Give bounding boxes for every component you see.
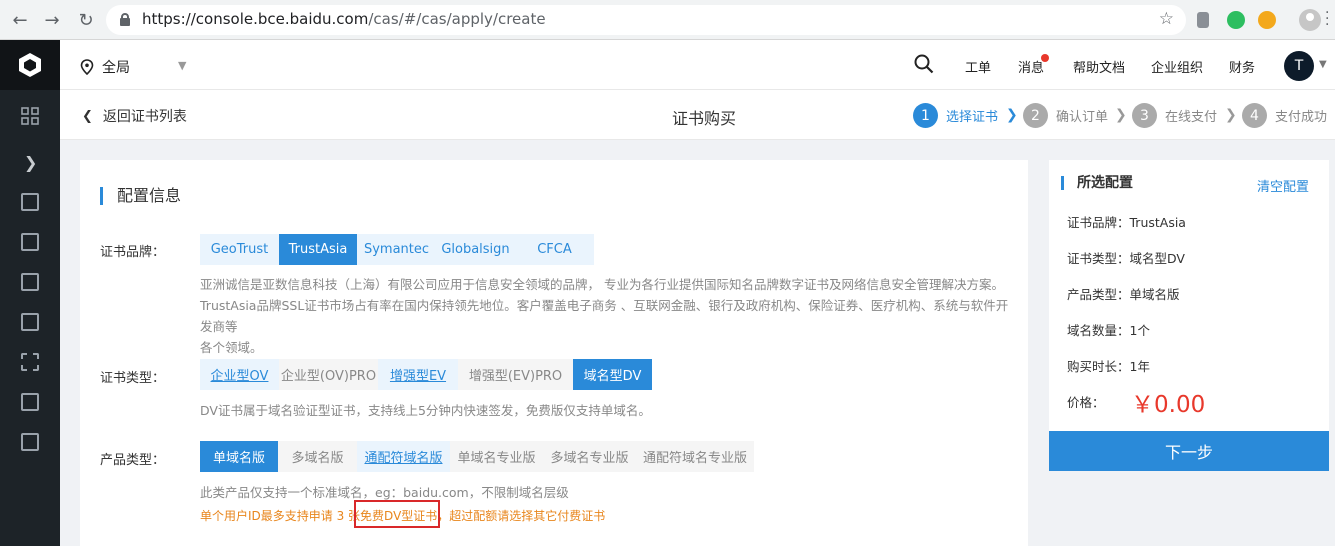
type-option-dv[interactable]: 域名型DV: [573, 359, 652, 390]
address-bar[interactable]: https://console.bce.baidu.com/cas/#/cas/…: [106, 5, 1186, 35]
summary-panel: 所选配置 清空配置 证书品牌：TrustAsia 证书类型：域名型DV 产品类型…: [1049, 160, 1329, 431]
brand-label: 证书品牌：: [100, 245, 166, 260]
brand-option-trustasia[interactable]: TrustAsia: [279, 234, 357, 265]
price-value: ￥0.00: [1131, 392, 1206, 418]
brand-option-cfca[interactable]: CFCA: [515, 234, 594, 265]
forward-arrow-icon[interactable]: →: [40, 8, 64, 32]
type-option-ev-pro[interactable]: 增强型(EV)PRO: [458, 359, 573, 390]
video-icon[interactable]: [21, 393, 39, 411]
summary-duration: 购买时长：1年: [1067, 359, 1150, 374]
lock-icon: [120, 13, 130, 26]
back-arrow-icon[interactable]: ←: [8, 8, 32, 32]
profile-avatar-icon[interactable]: [1299, 9, 1321, 31]
region-selector[interactable]: 全局: [80, 57, 130, 77]
notification-badge: [1041, 54, 1049, 62]
nav-link-help-docs[interactable]: 帮助文档: [1073, 57, 1125, 76]
console-header: 全局 ▼ 工单 消息 帮助文档 企业组织 财务 T ▼: [60, 40, 1335, 90]
step-arrow-icon: ❯: [1115, 107, 1127, 123]
config-panel: 配置信息 证书品牌： GeoTrust TrustAsia Symantec G…: [80, 160, 1028, 546]
eyedropper-extension-icon[interactable]: [1197, 12, 1209, 28]
chevron-right-icon[interactable]: ❯: [24, 153, 37, 172]
chevron-left-icon: ❮: [82, 108, 93, 124]
sub-header: ❮ 返回证书列表 证书购买 1 选择证书 ❯ 2 确认订单 ❯ 3 在线支付 ❯…: [60, 90, 1335, 140]
step-arrow-icon: ❯: [1006, 107, 1018, 123]
building-icon[interactable]: [21, 193, 39, 211]
search-icon[interactable]: [914, 54, 934, 78]
summary-type: 证书类型：域名型DV: [1067, 251, 1185, 266]
product-option-single-pro[interactable]: 单域名专业版: [450, 441, 543, 472]
server-icon[interactable]: [21, 273, 39, 291]
brand-option-globalsign[interactable]: Globalsign: [436, 234, 515, 265]
back-label: 返回证书列表: [102, 109, 187, 125]
evernote-extension-icon[interactable]: [1227, 11, 1245, 29]
type-label: 证书类型：: [100, 371, 166, 386]
media-play-icon[interactable]: [21, 433, 39, 451]
brand-option-geotrust[interactable]: GeoTrust: [200, 234, 279, 265]
product-option-wildcard[interactable]: 通配符域名版: [357, 441, 450, 472]
chevron-down-icon[interactable]: ▼: [178, 59, 186, 72]
product-label: 产品类型：: [100, 453, 166, 468]
type-description: DV证书属于域名验证型证书，支持线上5分钟内快速签发，免费版仅支持单域名。: [200, 403, 651, 418]
next-step-button[interactable]: 下一步: [1049, 431, 1329, 471]
product-option-wildcard-pro[interactable]: 通配符域名专业版: [636, 441, 754, 472]
step-3: 3 在线支付: [1132, 103, 1217, 128]
product-option-single[interactable]: 单域名版: [200, 441, 278, 472]
step-2: 2 确认订单: [1023, 103, 1108, 128]
summary-title: 所选配置: [1061, 176, 1133, 190]
extension-icon[interactable]: [1258, 11, 1276, 29]
type-option-ov-pro[interactable]: 企业型(OV)PRO: [279, 359, 378, 390]
reload-icon[interactable]: ↻: [74, 8, 98, 32]
highlight-box: [354, 500, 440, 528]
summary-domain-count: 域名数量：1个: [1067, 323, 1150, 338]
product-option-multi[interactable]: 多域名版: [278, 441, 357, 472]
brand-description: 亚洲诚信是亚数信息科技（上海）有限公司应用于信息安全领域的品牌， 专业为各行业提…: [200, 277, 1009, 355]
back-to-list-link[interactable]: ❮ 返回证书列表: [82, 106, 187, 126]
browser-toolbar: ← → ↻ https://console.bce.baidu.com/cas/…: [0, 0, 1335, 40]
grid-menu-icon[interactable]: [21, 107, 39, 125]
chevron-down-icon[interactable]: ▼: [1319, 59, 1327, 70]
step-arrow-icon: ❯: [1225, 107, 1237, 123]
avatar[interactable]: T: [1284, 51, 1314, 81]
nav-link-organization[interactable]: 企业组织: [1151, 57, 1203, 76]
type-option-ev[interactable]: 增强型EV: [378, 359, 458, 390]
step-1: 1 选择证书: [913, 103, 998, 128]
bookmark-star-icon[interactable]: ☆: [1159, 9, 1174, 29]
network-icon[interactable]: [21, 353, 39, 371]
dashboard-icon[interactable]: [21, 313, 39, 331]
sidebar: ❯: [0, 40, 60, 546]
nav-link-ticket[interactable]: 工单: [965, 57, 991, 76]
nav-link-finance[interactable]: 财务: [1229, 57, 1255, 76]
nav-link-messages[interactable]: 消息: [1018, 57, 1044, 76]
document-icon[interactable]: [21, 233, 39, 251]
url-text[interactable]: https://console.bce.baidu.com/cas/#/cas/…: [142, 10, 546, 28]
brand-option-symantec[interactable]: Symantec: [357, 234, 436, 265]
more-menu-icon[interactable]: · · ·: [1325, 6, 1329, 32]
summary-brand: 证书品牌：TrustAsia: [1067, 215, 1186, 230]
product-option-multi-pro[interactable]: 多域名专业版: [543, 441, 636, 472]
page-title: 证书购买: [672, 109, 737, 128]
logo-icon[interactable]: [0, 40, 60, 90]
location-pin-icon: [80, 59, 94, 75]
type-option-ov[interactable]: 企业型OV: [200, 359, 279, 390]
step-4: 4 支付成功: [1242, 103, 1327, 128]
region-label: 全局: [102, 60, 130, 76]
price-label: 价格：: [1067, 395, 1105, 410]
summary-product: 产品类型：单域名版: [1067, 287, 1180, 302]
section-title: 配置信息: [100, 187, 181, 205]
product-description: 此类产品仅支持一个标准域名，eg：baidu.com，不限制域名层级: [200, 485, 569, 500]
clear-config-link[interactable]: 清空配置: [1257, 176, 1309, 195]
